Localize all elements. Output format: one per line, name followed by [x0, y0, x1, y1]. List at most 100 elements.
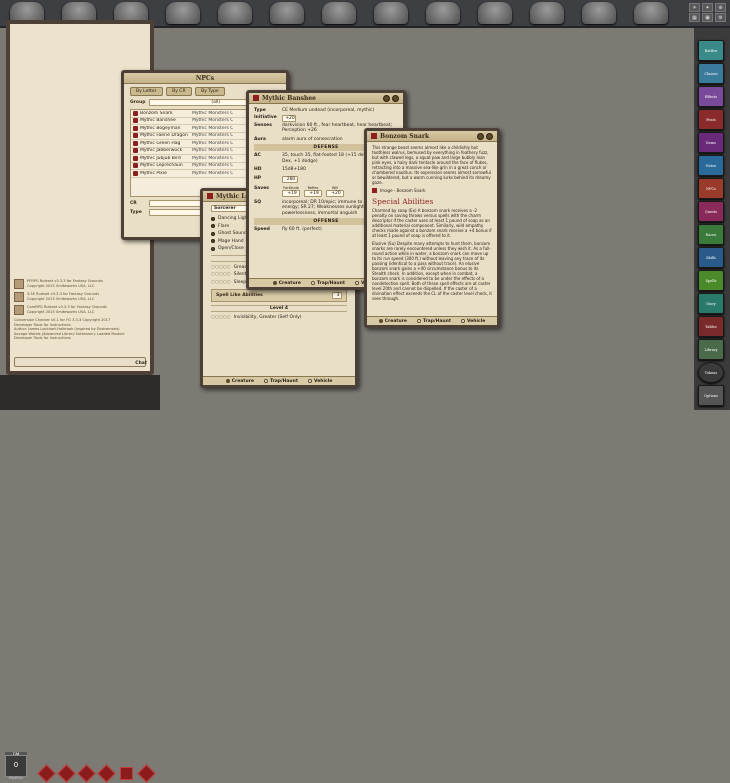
ac-label: AC — [254, 153, 261, 158]
ruleset-logo-icon — [14, 292, 24, 302]
slot-dots-icon[interactable]: ○○○○○ — [211, 280, 231, 285]
npc-list-header[interactable]: NPCs — [124, 73, 286, 84]
tab-vehicle[interactable]: Vehicle — [308, 379, 332, 384]
toolbar-knob[interactable] — [634, 2, 668, 24]
slot-dots-icon[interactable]: ○○○○○ — [211, 265, 231, 270]
sidebar-button-feats[interactable]: Feats — [698, 109, 724, 130]
npc-source: Mythic Monsters C — [192, 170, 234, 176]
banshee-header[interactable]: Mythic Banshee — [249, 93, 403, 104]
toolbar-knob[interactable] — [270, 2, 304, 24]
chat-line: Copyright 2015 Smiteworks USA, LLC — [27, 283, 95, 288]
tab-creature[interactable]: Creature — [378, 318, 407, 324]
toolbar-knob[interactable] — [530, 2, 564, 24]
npc-icon — [133, 118, 138, 124]
lighting-icon[interactable]: ☀ — [689, 3, 700, 12]
tab-trap-haunt[interactable]: Trap/Haunt — [310, 280, 345, 286]
toolbar-knob[interactable] — [426, 2, 460, 24]
sidebar-button-story[interactable]: Story — [698, 293, 724, 314]
sidebar-button-tables[interactable]: Tables — [698, 316, 724, 337]
spell-item[interactable]: ○○○○○ Invisibility, Greater (Self Only) — [211, 314, 347, 322]
slot-dots-icon[interactable]: ○○○○○ — [211, 315, 231, 320]
settings-icon[interactable]: ⚙ — [715, 13, 726, 22]
radio-icon — [263, 379, 268, 383]
spell-name: Ghost Sound — [218, 231, 247, 237]
sidebar: Battles Classes Effects Feats Items Note… — [694, 28, 730, 410]
d20-die-icon[interactable] — [37, 764, 56, 783]
npc-name: Mythic Banshee — [140, 118, 176, 124]
sidebar-button-notes[interactable]: Notes — [698, 155, 724, 176]
sidebar-button-options[interactable]: Options — [698, 385, 724, 406]
slot-dots-icon[interactable]: ○○○○○ — [211, 272, 231, 277]
will-field[interactable]: +20 — [326, 189, 344, 197]
npc-icon — [207, 193, 213, 199]
senses-label: Senses — [254, 122, 272, 128]
tab-label: Trap/Haunt — [316, 280, 345, 286]
toolbar-knob[interactable] — [218, 2, 252, 24]
grid-icon[interactable]: ▦ — [689, 13, 700, 22]
d12-die-icon[interactable] — [57, 764, 76, 783]
sidebar-button-spells[interactable]: Spells — [698, 270, 724, 291]
sidebar-button-items[interactable]: Items — [698, 132, 724, 153]
sidebar-button-quests[interactable]: Quests — [698, 201, 724, 222]
tab-by-cr[interactable]: By CR — [166, 87, 192, 96]
chat-entry: PFRPG Ruleset v3.3.3 for Fantasy Grounds… — [14, 279, 150, 289]
type-filter-label: Type — [130, 210, 142, 215]
reflex-field[interactable]: +19 — [304, 189, 322, 197]
bonzom-window: Bonzom Snark This strange beast seems al… — [364, 128, 500, 328]
bonzom-header[interactable]: Bonzom Snark — [367, 131, 497, 142]
sidebar-button-races[interactable]: Races — [698, 224, 724, 245]
tab-trap-haunt[interactable]: Trap/Haunt — [416, 319, 451, 324]
tab-trap-haunt[interactable]: Trap/Haunt — [263, 379, 298, 384]
chat-entry: 3.5E Ruleset v3.3.3 for Fantasy Grounds C… — [14, 292, 150, 302]
npc-name: Mythic Faerie Dragon — [140, 133, 188, 139]
pointer-icon[interactable]: ✦ — [702, 3, 713, 12]
lock-icon[interactable] — [477, 132, 484, 140]
npc-name: Bonzom Snark — [140, 110, 173, 116]
spell-name: Open/Close — [218, 246, 244, 252]
slot-icon[interactable] — [211, 246, 215, 251]
slot-icon[interactable] — [211, 216, 215, 221]
slot-icon[interactable] — [211, 224, 215, 229]
slot-icon[interactable] — [211, 239, 215, 244]
image-link-label: Image - Bonzom Snark — [380, 188, 426, 193]
toolbar-knob[interactable] — [478, 2, 512, 24]
sidebar-button-classes[interactable]: Classes — [698, 63, 724, 84]
d4-die-icon[interactable] — [137, 764, 156, 783]
initiative-field[interactable]: +20 — [282, 114, 296, 122]
d8-die-icon[interactable] — [97, 764, 116, 783]
sidebar-button-skills[interactable]: Skills — [698, 247, 724, 268]
spell-like-abilities[interactable]: Spell Like Abilities 3 — [211, 289, 347, 302]
lock-icon[interactable] — [383, 94, 390, 102]
image-link[interactable]: Image - Bonzom Snark — [372, 188, 492, 193]
d6-die-icon[interactable] — [120, 767, 133, 780]
sidebar-button-library[interactable]: Library — [698, 339, 724, 360]
sidebar-button-tokens[interactable]: Tokens — [698, 362, 724, 383]
toolbar-knob[interactable] — [322, 2, 356, 24]
toolbar-knob[interactable] — [582, 2, 616, 24]
slot-icon[interactable] — [211, 231, 215, 236]
sidebar-button-npcs[interactable]: NPCs — [698, 178, 724, 199]
lock-icon[interactable]: ▣ — [702, 13, 713, 22]
d10-die-icon[interactable] — [77, 764, 96, 783]
tab-by-type[interactable]: By Type — [195, 87, 225, 96]
sidebar-button-battles[interactable]: Battles — [698, 40, 724, 61]
toolbar-knob[interactable] — [166, 2, 200, 24]
close-icon[interactable] — [392, 94, 399, 102]
close-icon[interactable] — [486, 132, 493, 140]
tab-vehicle[interactable]: Vehicle — [461, 319, 485, 324]
hp-field[interactable]: 280 — [282, 175, 298, 183]
radio-icon — [308, 379, 312, 383]
tab-label: Creature — [384, 318, 407, 324]
chat-input[interactable] — [14, 357, 146, 367]
toolbar-knob[interactable] — [374, 2, 408, 24]
fort-field[interactable]: +19 — [282, 189, 300, 197]
sidebar-button-effects[interactable]: Effects — [698, 86, 724, 107]
tab-creature[interactable]: Creature — [225, 379, 254, 384]
tab-by-letter[interactable]: By Letter — [130, 87, 163, 96]
spell-like-value[interactable]: 3 — [332, 292, 342, 299]
modifier-box[interactable]: 0 — [5, 755, 27, 777]
zoom-icon[interactable]: ⊕ — [715, 3, 726, 12]
tab-creature[interactable]: Creature — [272, 281, 301, 286]
npc-source: Mythic Monsters C — [192, 163, 234, 169]
type-value[interactable]: CE Medium undead (incorporeal, mythic) — [282, 108, 398, 114]
